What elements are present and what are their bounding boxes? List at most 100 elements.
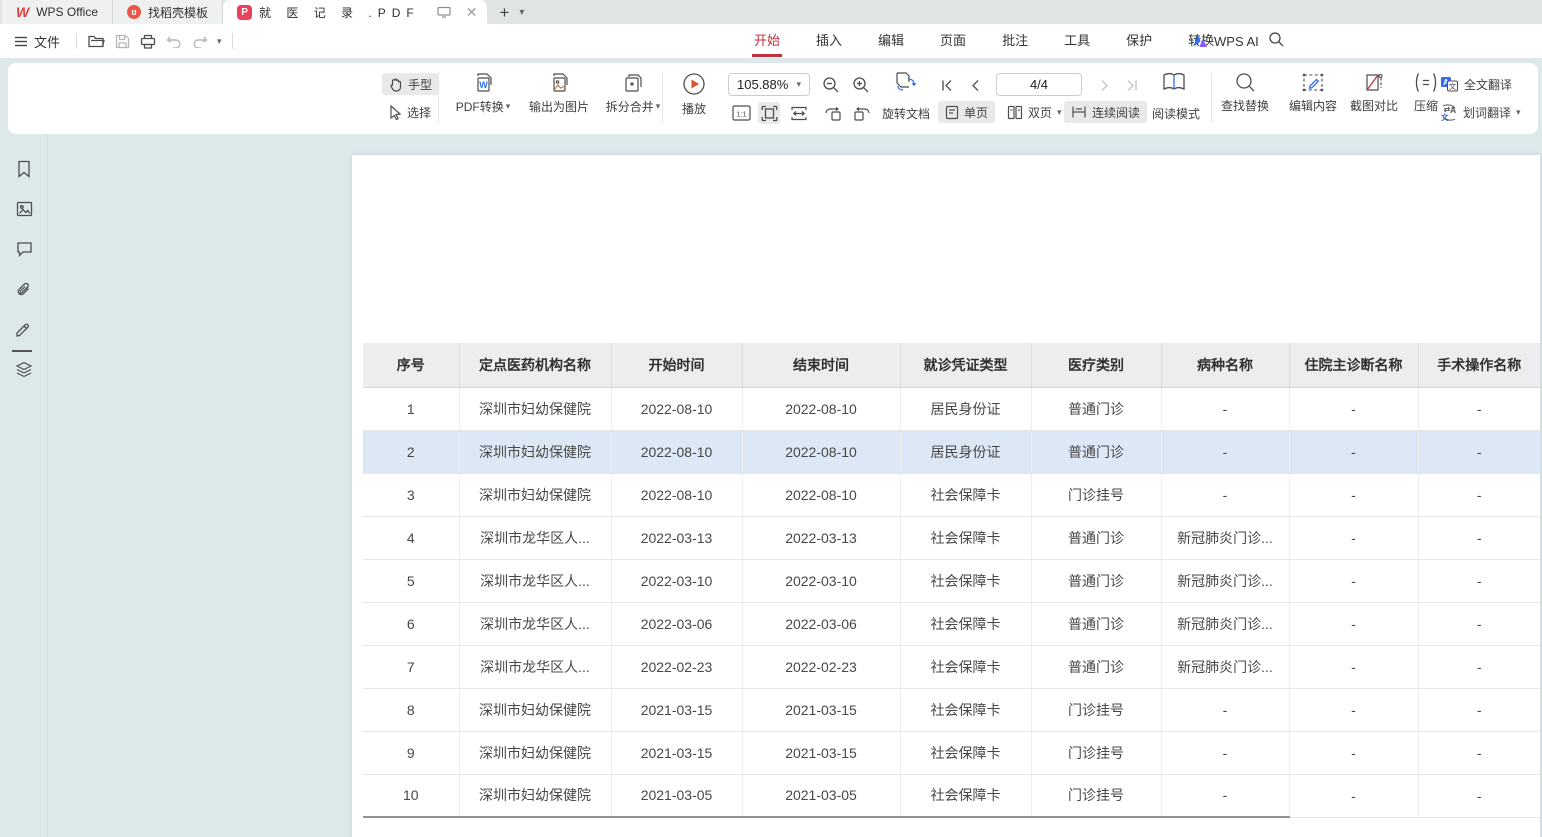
tab-wps-office[interactable]: W WPS Office bbox=[2, 0, 113, 24]
split-merge-icon bbox=[622, 72, 644, 94]
wps-ai-button[interactable]: WPS AI bbox=[1192, 24, 1259, 58]
table-cell: 普通门诊 bbox=[1031, 645, 1161, 688]
open-file-button[interactable] bbox=[83, 29, 109, 53]
column-header: 定点医药机构名称 bbox=[459, 343, 611, 387]
chevron-down-icon: ▾ bbox=[656, 101, 661, 112]
pdf-convert-button[interactable]: W PDF转换▾ bbox=[440, 72, 526, 115]
layers-panel-button[interactable] bbox=[13, 358, 35, 380]
zoom-out-button[interactable] bbox=[820, 74, 842, 96]
table-row[interactable]: 7深圳市龙华区人...2022-02-232022-02-23社会保障卡普通门诊… bbox=[363, 645, 1540, 688]
rotate-left-button[interactable] bbox=[822, 102, 844, 124]
bookmarks-panel-button[interactable] bbox=[13, 158, 35, 180]
table-row[interactable]: 9深圳市妇幼保健院2021-03-152021-03-15社会保障卡门诊挂号--… bbox=[363, 731, 1540, 774]
export-image-icon bbox=[548, 72, 570, 94]
menu-tab-1[interactable]: 插入 bbox=[798, 24, 860, 58]
hand-tool-button[interactable]: 手型 bbox=[382, 73, 439, 95]
full-translate-button[interactable]: A文 全文翻译 bbox=[1440, 73, 1512, 95]
continuous-reading-button[interactable]: 连续阅读 bbox=[1064, 101, 1147, 123]
hamburger-icon bbox=[14, 36, 28, 47]
undo-history-chevron-icon[interactable]: ▾ bbox=[217, 36, 222, 47]
table-row[interactable]: 8深圳市妇幼保健院2021-03-152021-03-15社会保障卡门诊挂号--… bbox=[363, 688, 1540, 731]
menu-tab-6[interactable]: 保护 bbox=[1108, 24, 1170, 58]
compress-icon bbox=[1414, 72, 1438, 93]
split-merge-button[interactable]: 拆分合并▾ bbox=[590, 72, 676, 115]
column-header: 病种名称 bbox=[1161, 343, 1289, 387]
tab-list-chevron-icon[interactable]: ▾ bbox=[519, 7, 524, 18]
first-page-button[interactable] bbox=[936, 74, 958, 96]
table-row[interactable]: 10深圳市妇幼保健院2021-03-052021-03-05社会保障卡门诊挂号-… bbox=[363, 774, 1540, 817]
thumbnails-panel-button[interactable] bbox=[13, 198, 35, 220]
compress-label: 压缩 bbox=[1414, 97, 1438, 114]
close-tab-icon[interactable]: ✕ bbox=[466, 4, 478, 21]
table-cell: - bbox=[1289, 774, 1418, 817]
save-button[interactable] bbox=[109, 29, 135, 53]
zoom-in-button[interactable] bbox=[850, 74, 872, 96]
share-screen-icon[interactable] bbox=[437, 6, 451, 18]
fit-width-button[interactable] bbox=[788, 102, 810, 124]
table-cell: 居民身份证 bbox=[900, 430, 1031, 473]
pdf-page[interactable]: 序号定点医药机构名称开始时间结束时间就诊凭证类型医疗类别病种名称住院主诊断名称手… bbox=[352, 155, 1540, 837]
tab-document-pdf[interactable]: P 就 医 记 录 .PDF ✕ bbox=[223, 0, 487, 24]
select-tool-button[interactable]: 选择 bbox=[382, 101, 438, 123]
rotate-left-icon bbox=[824, 105, 843, 122]
pdf-convert-icon: W bbox=[472, 72, 494, 94]
zoom-level-dropdown[interactable]: 105.88% ▾ bbox=[728, 73, 810, 96]
comments-panel-button[interactable] bbox=[13, 238, 35, 260]
table-row[interactable]: 2深圳市妇幼保健院2022-08-102022-08-10居民身份证普通门诊--… bbox=[363, 430, 1540, 473]
table-row[interactable]: 5深圳市龙华区人...2022-03-102022-03-10社会保障卡普通门诊… bbox=[363, 559, 1540, 602]
file-menu-button[interactable]: 文件 bbox=[0, 32, 70, 51]
rotate-document-label[interactable]: 旋转文档 bbox=[882, 105, 930, 122]
column-header: 就诊凭证类型 bbox=[900, 343, 1031, 387]
double-page-button[interactable]: 双页 ▾ bbox=[1000, 101, 1069, 123]
menu-tab-2[interactable]: 编辑 bbox=[860, 24, 922, 58]
tab-docer-templates[interactable]: ʋ 找稻壳模板 bbox=[113, 0, 223, 24]
signature-panel-button[interactable] bbox=[13, 318, 35, 340]
read-mode-label[interactable]: 阅读模式 bbox=[1152, 105, 1200, 122]
undo-button[interactable] bbox=[161, 29, 187, 53]
next-page-button[interactable] bbox=[1094, 74, 1116, 96]
rotate-right-button[interactable] bbox=[850, 102, 872, 124]
word-translate-button[interactable]: ⇄文A 划词翻译 ▾ bbox=[1440, 101, 1521, 123]
table-cell: - bbox=[1161, 430, 1289, 473]
menu-tab-5[interactable]: 工具 bbox=[1046, 24, 1108, 58]
table-row[interactable]: 6深圳市龙华区人...2022-03-062022-03-06社会保障卡普通门诊… bbox=[363, 602, 1540, 645]
find-replace-icon bbox=[1235, 72, 1256, 93]
new-tab-button[interactable]: + bbox=[499, 4, 509, 21]
single-page-button[interactable]: 单页 bbox=[938, 101, 995, 123]
menu-tab-4[interactable]: 批注 bbox=[984, 24, 1046, 58]
divider bbox=[662, 73, 663, 123]
table-cell: - bbox=[1418, 688, 1540, 731]
table-cell: 社会保障卡 bbox=[900, 516, 1031, 559]
chevron-down-icon: ▾ bbox=[796, 79, 801, 90]
table-row[interactable]: 1深圳市妇幼保健院2022-08-102022-08-10居民身份证普通门诊--… bbox=[363, 387, 1540, 430]
print-button[interactable] bbox=[135, 29, 161, 53]
left-panel-sidebar bbox=[0, 134, 48, 837]
paperclip-icon bbox=[15, 281, 33, 298]
comment-icon bbox=[16, 241, 33, 257]
table-cell: 2022-08-10 bbox=[611, 387, 742, 430]
table-cell: - bbox=[1289, 559, 1418, 602]
read-mode-button-icon[interactable] bbox=[1160, 71, 1188, 93]
previous-page-button[interactable] bbox=[964, 74, 986, 96]
fit-page-button[interactable] bbox=[758, 102, 780, 124]
page-number-input[interactable]: 4/4 bbox=[996, 73, 1082, 96]
attachments-panel-button[interactable] bbox=[13, 278, 35, 300]
menu-search-button[interactable] bbox=[1268, 31, 1285, 48]
actual-size-button[interactable]: 1:1 bbox=[730, 102, 752, 124]
table-row[interactable]: 3深圳市妇幼保健院2022-08-102022-08-10社会保障卡门诊挂号--… bbox=[363, 473, 1540, 516]
column-header: 医疗类别 bbox=[1031, 343, 1161, 387]
divider bbox=[232, 33, 233, 49]
menu-tab-0[interactable]: 开始 bbox=[736, 24, 798, 58]
table-cell: - bbox=[1289, 688, 1418, 731]
rotate-document-button-icon[interactable] bbox=[892, 71, 920, 93]
redo-button[interactable] bbox=[187, 29, 213, 53]
save-icon bbox=[115, 34, 130, 49]
table-header-row: 序号定点医药机构名称开始时间结束时间就诊凭证类型医疗类别病种名称住院主诊断名称手… bbox=[363, 343, 1540, 387]
double-page-label: 双页 bbox=[1028, 104, 1052, 121]
split-merge-label: 拆分合并 bbox=[606, 98, 654, 115]
play-button[interactable]: 播放 bbox=[671, 72, 717, 117]
table-row[interactable]: 4深圳市龙华区人...2022-03-132022-03-13社会保障卡普通门诊… bbox=[363, 516, 1540, 559]
last-page-button[interactable] bbox=[1120, 74, 1142, 96]
table-cell: 2022-02-23 bbox=[742, 645, 900, 688]
menu-tab-3[interactable]: 页面 bbox=[922, 24, 984, 58]
